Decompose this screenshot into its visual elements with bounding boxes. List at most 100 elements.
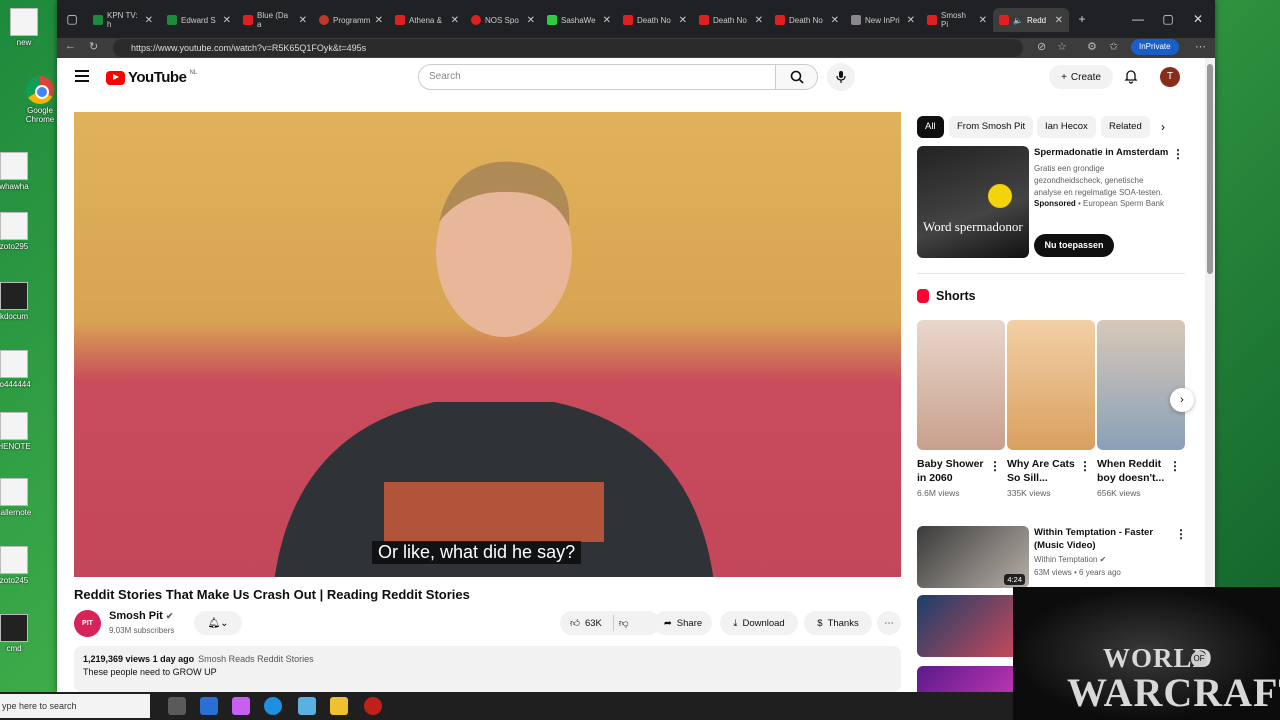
chip-ian-hecox[interactable]: Ian Hecox: [1037, 116, 1096, 138]
edge-icon[interactable]: [264, 697, 282, 715]
desktop-icon[interactable]: HENOTE: [0, 412, 42, 451]
copilot-icon[interactable]: [232, 697, 250, 715]
search-button[interactable]: [776, 64, 818, 90]
app-icon[interactable]: [298, 697, 316, 715]
short-title[interactable]: Why Are Cats So Sill...: [1007, 457, 1079, 485]
ad-title[interactable]: Spermadonatie in Amsterdam: [1034, 147, 1168, 158]
more-icon[interactable]: ⋯: [1195, 40, 1206, 53]
browser-tab[interactable]: NOS Spo ✕: [465, 8, 541, 32]
close-icon[interactable]: ✕: [979, 15, 987, 26]
taskbar-search[interactable]: ype here to search: [0, 694, 150, 718]
more-vertical-icon[interactable]: ⋮: [1172, 147, 1184, 161]
chip-from-channel[interactable]: From Smosh Pit: [949, 116, 1034, 138]
desktop-icon[interactable]: zoto295: [0, 212, 42, 251]
browser-tab[interactable]: Athena & ✕: [389, 8, 465, 32]
extension-icon[interactable]: ⚙: [1087, 40, 1097, 53]
account-avatar[interactable]: T: [1160, 67, 1180, 87]
close-icon[interactable]: ✕: [375, 15, 383, 26]
browser-tab[interactable]: Death No ✕: [693, 8, 769, 32]
close-icon[interactable]: ✕: [907, 15, 915, 26]
close-icon[interactable]: ✕: [451, 15, 459, 26]
back-icon[interactable]: ←: [65, 40, 76, 52]
star-icon[interactable]: ☆: [1057, 40, 1067, 53]
subscribed-button[interactable]: 🔔︎ ⌄: [194, 611, 242, 635]
close-icon[interactable]: ✕: [527, 15, 535, 26]
close-icon[interactable]: ✕: [831, 15, 839, 26]
desktop-icon[interactable]: new: [0, 8, 52, 47]
more-actions-button[interactable]: ⋯: [877, 611, 901, 635]
close-icon[interactable]: ✕: [1055, 15, 1063, 26]
desktop-icon[interactable]: zoto245: [0, 546, 42, 585]
recommendation-channel[interactable]: Within Temptation ✔: [1034, 555, 1106, 564]
short-thumbnail[interactable]: [917, 320, 1005, 450]
close-icon[interactable]: ✕: [679, 15, 687, 26]
create-button[interactable]: + Create: [1049, 65, 1113, 89]
desktop-icon[interactable]: to444444: [0, 350, 42, 389]
close-window-icon[interactable]: ✕: [1183, 0, 1213, 38]
inprivate-badge[interactable]: InPrivate: [1131, 39, 1179, 55]
short-thumbnail[interactable]: [1097, 320, 1185, 450]
scrollbar-thumb[interactable]: [1207, 64, 1213, 274]
browser-tab[interactable]: Edward S ✕: [161, 8, 237, 32]
browser-tab[interactable]: Smosh Pi ✕: [921, 8, 993, 32]
recommendation-title[interactable]: Within Temptation - Faster (Music Video): [1034, 526, 1164, 552]
browser-tab[interactable]: SashaWe ✕: [541, 8, 617, 32]
close-icon[interactable]: ✕: [603, 15, 611, 26]
browser-tab[interactable]: New InPri ✕: [845, 8, 921, 32]
browser-tab[interactable]: Programm ✕: [313, 8, 389, 32]
browser-tab[interactable]: KPN TV: h ✕: [87, 8, 159, 32]
thanks-button[interactable]: $ Thanks: [804, 611, 872, 635]
favorites-icon[interactable]: ✩: [1109, 40, 1118, 53]
voice-search-button[interactable]: [827, 63, 855, 91]
ad-cta-button[interactable]: Nu toepassen: [1034, 234, 1114, 257]
app-icon[interactable]: [364, 697, 382, 715]
tracking-icon[interactable]: ⊘: [1037, 40, 1046, 53]
close-icon[interactable]: ✕: [299, 15, 307, 26]
tab-actions-icon[interactable]: ▢: [57, 0, 87, 38]
desktop-icon-cmd[interactable]: cmd: [0, 614, 42, 653]
dislike-button[interactable]: 👎︎: [619, 617, 629, 629]
file-explorer-icon[interactable]: [330, 697, 348, 715]
more-vertical-icon[interactable]: ⋮: [989, 459, 1001, 473]
task-view-icon[interactable]: [168, 697, 186, 715]
youtube-logo[interactable]: YouTube NL: [106, 69, 197, 86]
close-icon[interactable]: ✕: [145, 15, 153, 26]
more-vertical-icon[interactable]: ⋮: [1175, 527, 1187, 541]
speaker-icon[interactable]: 🔈: [1013, 16, 1023, 25]
browser-tab-active[interactable]: 🔈 Redd ✕: [993, 8, 1069, 32]
search-input[interactable]: Search: [418, 64, 776, 90]
browser-tab[interactable]: Death No ✕: [617, 8, 693, 32]
more-vertical-icon[interactable]: ⋮: [1169, 459, 1181, 473]
video-player[interactable]: Or like, what did he say?: [74, 112, 901, 577]
short-thumbnail[interactable]: [1007, 320, 1095, 450]
short-title[interactable]: When Reddit boy doesn't...: [1097, 457, 1169, 485]
chip-related[interactable]: Related: [1101, 116, 1150, 138]
recommendation-thumbnail[interactable]: 4:24: [917, 526, 1029, 588]
new-tab-icon[interactable]: +: [1067, 0, 1097, 38]
more-vertical-icon[interactable]: ⋮: [1079, 459, 1091, 473]
playlist-link[interactable]: Smosh Reads Reddit Stories: [198, 654, 314, 664]
browser-tab[interactable]: Blue (Da a ✕: [237, 8, 313, 32]
description-box[interactable]: 1,219,369 views 1 day ago Smosh Reads Red…: [74, 646, 901, 692]
close-icon[interactable]: ✕: [755, 15, 763, 26]
ad-thumbnail[interactable]: Word spermadonor: [917, 146, 1029, 258]
notifications-button[interactable]: [1123, 68, 1139, 89]
chevron-right-icon[interactable]: ›: [1170, 388, 1194, 412]
download-button[interactable]: ⤓ Download: [720, 611, 798, 635]
close-icon[interactable]: ✕: [223, 15, 231, 26]
desktop-icon[interactable]: sallernote: [0, 478, 42, 517]
refresh-icon[interactable]: ↻: [89, 40, 98, 53]
channel-name[interactable]: Smosh Pit ✔: [109, 610, 173, 622]
menu-icon[interactable]: [75, 70, 89, 82]
browser-tab[interactable]: Death No ✕: [769, 8, 845, 32]
maximize-icon[interactable]: ▢: [1153, 0, 1183, 38]
desktop-icon[interactable]: kdocum: [0, 282, 42, 321]
like-button[interactable]: 👍︎ 63K: [570, 617, 602, 630]
share-button[interactable]: ➦ Share: [654, 611, 712, 635]
chevron-right-icon[interactable]: ›: [1161, 120, 1165, 134]
minimize-icon[interactable]: —: [1123, 0, 1153, 38]
desktop-icon[interactable]: whawha: [0, 152, 42, 191]
url-field[interactable]: https://www.youtube.com/watch?v=R5K65Q1F…: [113, 39, 1023, 57]
channel-avatar[interactable]: PIT: [74, 610, 101, 637]
chip-all[interactable]: All: [917, 116, 944, 138]
